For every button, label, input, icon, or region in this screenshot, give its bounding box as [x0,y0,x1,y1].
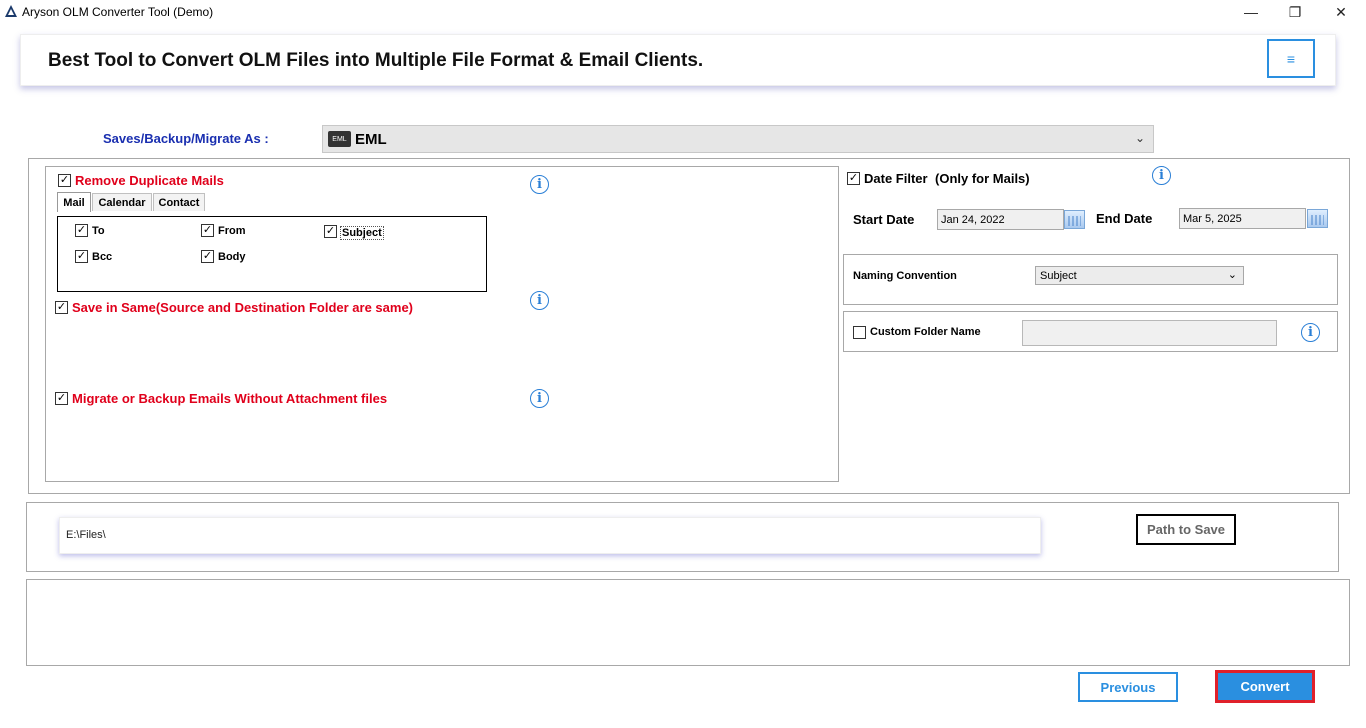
maximize-button[interactable]: ❐ [1272,0,1318,24]
convert-button[interactable]: Convert [1215,670,1315,703]
destination-path-input[interactable]: E:\Files\ [59,517,1041,554]
from-checkbox[interactable]: ✓ [201,224,214,237]
naming-convention-label: Naming Convention [853,270,957,282]
info-icon[interactable]: i [530,291,549,310]
menu-button[interactable]: ≡ [1267,39,1315,78]
check-icon: ✓ [59,174,70,186]
body-checkbox[interactable]: ✓ [201,250,214,263]
info-icon[interactable]: i [530,175,549,194]
save-in-same-checkbox[interactable]: ✓ [55,301,68,314]
info-icon[interactable]: i [1152,166,1171,185]
close-button[interactable]: ✕ [1318,0,1364,24]
chevron-down-icon: ⌄ [1227,269,1237,281]
info-icon[interactable]: i [1301,323,1320,342]
path-to-save-button[interactable]: Path to Save [1136,514,1236,545]
bcc-label: Bcc [92,251,113,263]
title-bar: Aryson OLM Converter Tool (Demo) — ❐ ✕ [0,0,1366,24]
bcc-checkbox[interactable]: ✓ [75,250,88,263]
calendar-icon[interactable] [1307,209,1328,228]
hamburger-icon: ≡ [1286,50,1296,67]
format-select[interactable]: EML EML ⌄ [322,125,1154,153]
remove-duplicates-label: Remove Duplicate Mails [75,173,224,188]
previous-button[interactable]: Previous [1078,672,1178,702]
mail-options-panel [45,166,839,482]
without-attachments-checkbox[interactable]: ✓ [55,392,68,405]
subject-label: Subject [340,226,384,240]
date-filter-label: Date Filter [864,171,928,186]
header-banner: Best Tool to Convert OLM Files into Mult… [20,34,1336,86]
to-checkbox[interactable]: ✓ [75,224,88,237]
body-label: Body [218,251,246,263]
custom-folder-input[interactable] [1022,320,1277,346]
naming-selected-value: Subject [1040,270,1077,282]
from-label: From [218,225,246,237]
end-date-label-text: End Date [1096,211,1153,226]
eml-format-icon: EML [328,131,351,147]
chevron-down-icon: ⌄ [1134,131,1145,145]
info-icon[interactable]: i [530,389,549,408]
naming-convention-select[interactable]: Subject ⌄ [1035,266,1244,285]
to-label: To [92,225,105,237]
app-logo-icon [5,5,17,17]
without-attachments-label: Migrate or Backup Emails Without Attachm… [72,391,388,406]
end-date-input[interactable]: Mar 5, 2025 [1179,208,1306,229]
banner-title: Best Tool to Convert OLM Files into Mult… [48,50,704,71]
date-filter-note: (Only for Mails) [935,171,1030,186]
remove-duplicates-checkbox[interactable]: ✓ [58,174,71,187]
log-panel [26,579,1350,666]
tab-contact[interactable]: Contact [153,193,205,211]
mail-field-panel [57,216,487,292]
minimize-button[interactable]: — [1228,0,1274,24]
custom-folder-label: Custom Folder Name [870,326,981,338]
save-in-same-label: Save in Same(Source and Destination Fold… [72,300,414,315]
minimize-icon: — [1244,4,1258,20]
close-icon: ✕ [1335,3,1347,20]
window-title: Aryson OLM Converter Tool (Demo) [22,5,214,19]
subject-checkbox[interactable]: ✓ [324,225,337,238]
saves-as-label: Saves/Backup/Migrate As : [103,131,269,146]
start-date-input[interactable]: Jan 24, 2022 [937,209,1064,230]
tab-mail[interactable]: Mail [57,192,91,212]
custom-folder-checkbox[interactable] [853,326,866,339]
format-selected-value: EML [355,131,387,148]
date-filter-checkbox[interactable]: ✓ [847,172,860,185]
tab-calendar[interactable]: Calendar [92,193,152,211]
restore-icon: ❐ [1288,3,1302,20]
start-date-label: Start Date [853,212,915,227]
calendar-icon[interactable] [1064,210,1085,229]
